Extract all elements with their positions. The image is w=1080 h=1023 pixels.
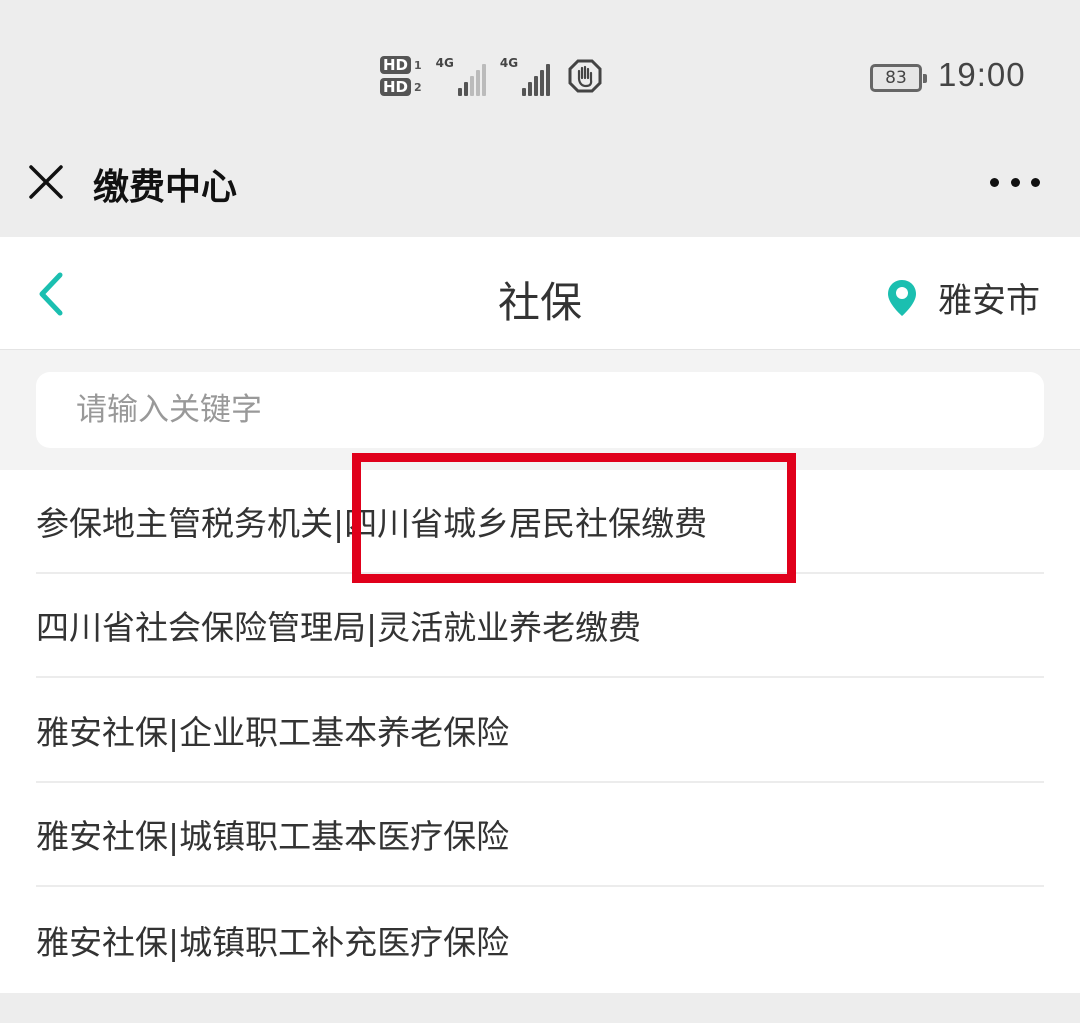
service-list: 参保地主管税务机关|四川省城乡居民社保缴费 四川省社会保险管理局|灵活就业养老缴…: [0, 470, 1080, 993]
search-area: [0, 350, 1080, 470]
clock: 19:00: [938, 56, 1026, 93]
hd-label-2: HD: [380, 78, 412, 96]
signal-icon-2: 4G: [499, 56, 551, 96]
list-item[interactable]: 四川省社会保险管理局|灵活就业养老缴费: [36, 574, 1044, 678]
hd-indicator-2: HD 2: [380, 78, 422, 96]
list-item-label: 四川省社会保险管理局|灵活就业养老缴费: [36, 608, 642, 647]
list-item-label: 雅安社保|城镇职工基本医疗保险: [36, 817, 510, 856]
hand-icon: [568, 59, 602, 93]
location-label: 雅安市: [938, 281, 1040, 321]
signal-icon-1: 4G: [436, 56, 486, 96]
list-item[interactable]: 参保地主管税务机关|四川省城乡居民社保缴费: [36, 470, 1044, 574]
hd-indicator-1: HD 1: [380, 56, 422, 74]
location-pin-icon: [888, 279, 916, 316]
hd-num-2: 2: [414, 80, 422, 94]
list-item[interactable]: 雅安社保|城镇职工补充医疗保险: [36, 888, 1044, 992]
battery-icon: 83: [870, 64, 927, 92]
hd-label-1: HD: [380, 56, 412, 74]
hd-num-1: 1: [414, 58, 422, 72]
list-item[interactable]: 雅安社保|城镇职工基本医疗保险: [36, 783, 1044, 887]
app-header: 缴费中心: [0, 140, 1080, 237]
battery-level: 83: [885, 68, 907, 88]
app-title: 缴费中心: [93, 167, 238, 208]
search-input[interactable]: [36, 372, 1044, 448]
location-selector[interactable]: 雅安市: [886, 273, 1040, 322]
nav-bar: 社保 雅安市: [0, 237, 1080, 350]
bottom-spacer: [0, 993, 1080, 1023]
list-item-label: 参保地主管税务机关|四川省城乡居民社保缴费: [36, 504, 708, 543]
list-item-label: 雅安社保|企业职工基本养老保险: [36, 713, 510, 752]
network-type-1: 4G: [435, 56, 454, 70]
hd-indicators: HD 1 HD 2: [380, 56, 422, 96]
list-item-label: 雅安社保|城镇职工补充医疗保险: [36, 923, 510, 962]
close-icon[interactable]: [26, 162, 66, 202]
network-type-2: 4G: [499, 56, 519, 70]
more-icon[interactable]: [990, 170, 1040, 194]
status-icons: HD 1 HD 2 4G 4G: [380, 48, 602, 104]
list-item[interactable]: 雅安社保|企业职工基本养老保险: [36, 679, 1044, 783]
status-bar: HD 1 HD 2 4G 4G 83 19:00: [0, 0, 1080, 140]
